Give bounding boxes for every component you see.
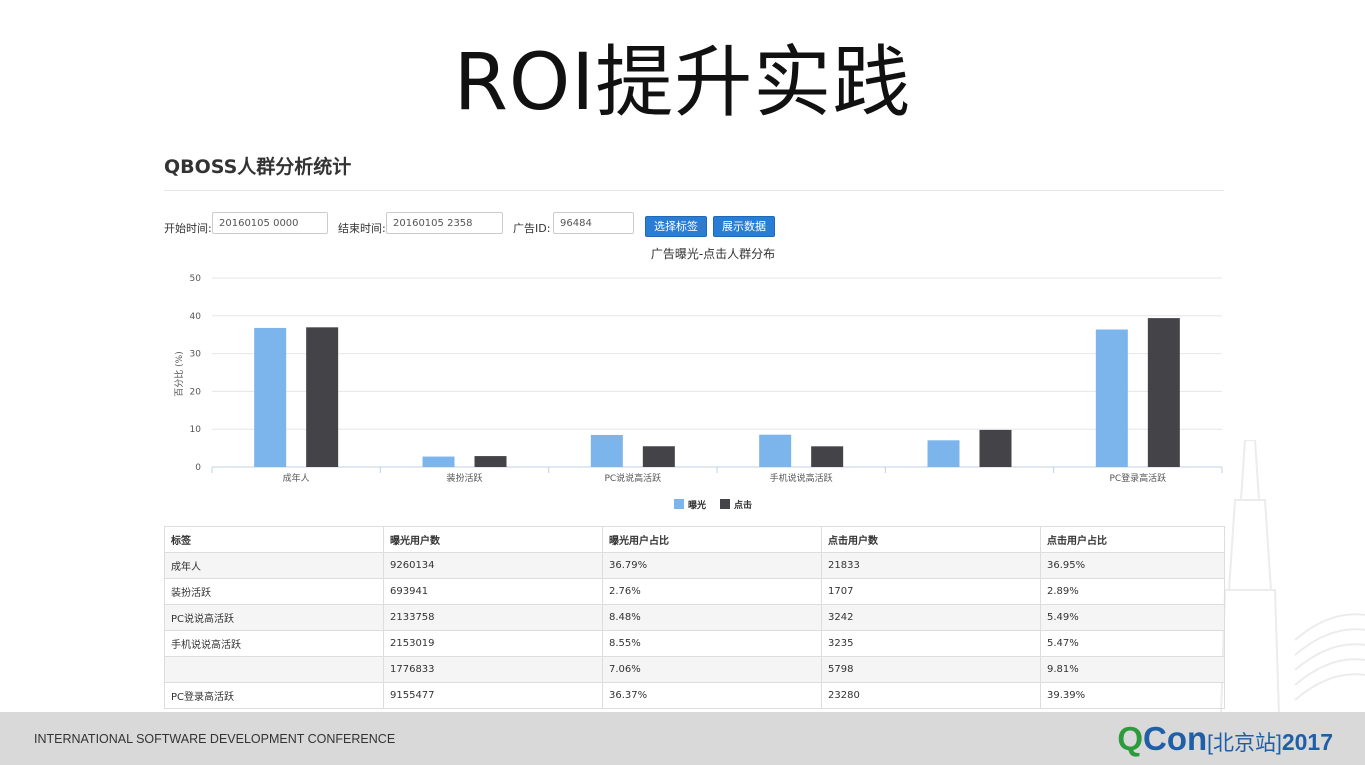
table-cell: 9155477 xyxy=(383,682,603,709)
y-tick-label: 20 xyxy=(190,387,202,397)
table-cell: 2.76% xyxy=(602,578,822,605)
table-cell: 2153019 xyxy=(383,630,603,657)
table-header-row: 标签 曝光用户数 曝光用户占比 点击用户数 点击用户占比 xyxy=(164,526,1225,553)
slide-title: ROI提升实践 xyxy=(453,38,912,128)
table-cell: 2.89% xyxy=(1040,578,1225,605)
table-cell: 9.81% xyxy=(1040,656,1225,683)
bar-exposure xyxy=(422,456,455,467)
table-cell: 693941 xyxy=(383,578,603,605)
building-illustration xyxy=(1219,440,1365,715)
bar-exposure xyxy=(254,327,287,467)
table-cell: 手机说说高活跃 xyxy=(164,630,384,657)
x-tick-label: 成年人 xyxy=(283,472,310,484)
bar-click xyxy=(306,327,339,467)
table-row: 手机说说高活跃 2153019 8.55% 3235 5.47% xyxy=(164,630,1225,657)
table-cell: 8.55% xyxy=(602,630,822,657)
table-header-cell: 曝光用户占比 xyxy=(602,526,822,553)
bar-click xyxy=(811,446,844,467)
bar-chart-svg: 广告曝光-点击人群分布 0 10 20 30 40 50 百分比 (%) 成年人 装扮活跃 PC说说… xyxy=(173,247,1223,511)
table-cell: 8.48% xyxy=(602,604,822,631)
table-cell: 23280 xyxy=(821,682,1041,709)
table-cell xyxy=(164,656,384,683)
start-time-label: 开始时间: xyxy=(164,222,212,235)
bar-click xyxy=(979,429,1012,467)
bar-exposure xyxy=(590,434,623,467)
select-tags-button[interactable]: 选择标签 xyxy=(645,216,707,237)
conference-name: INTERNATIONAL SOFTWARE DEVELOPMENT CONFE… xyxy=(34,732,396,746)
table-header-cell: 点击用户数 xyxy=(821,526,1041,553)
slide-footer: INTERNATIONAL SOFTWARE DEVELOPMENT CONFE… xyxy=(0,712,1365,765)
table-row: 成年人 9260134 36.79% 21833 36.95% xyxy=(164,552,1225,579)
logo-q: Q xyxy=(1117,720,1143,757)
table-row: 装扮活跃 693941 2.76% 1707 2.89% xyxy=(164,578,1225,605)
chart-title: 广告曝光-点击人群分布 xyxy=(651,247,775,261)
data-table: 标签 曝光用户数 曝光用户占比 点击用户数 点击用户占比 成年人 9260134… xyxy=(164,526,1225,709)
show-data-button[interactable]: 展示数据 xyxy=(713,216,775,237)
y-tick-label: 30 xyxy=(190,350,202,360)
table-row: 1776833 7.06% 5798 9.81% xyxy=(164,656,1225,683)
logo-city: [北京站] xyxy=(1207,732,1282,755)
table-cell: 5.47% xyxy=(1040,630,1225,657)
y-tick-label: 40 xyxy=(190,312,202,322)
table-cell: 5.49% xyxy=(1040,604,1225,631)
start-time-input[interactable] xyxy=(212,212,328,234)
y-tick-label: 50 xyxy=(190,274,202,284)
table-cell: 39.39% xyxy=(1040,682,1225,709)
table-cell: 装扮活跃 xyxy=(164,578,384,605)
table-cell: 5798 xyxy=(821,656,1041,683)
table-cell: 1707 xyxy=(821,578,1041,605)
table-cell: 21833 xyxy=(821,552,1041,579)
x-tick-label: PC登录高活跃 xyxy=(1109,472,1166,484)
bar-exposure xyxy=(1095,329,1128,467)
logo-year: 2017 xyxy=(1281,729,1333,755)
table-cell: PC说说高活跃 xyxy=(164,604,384,631)
logo-con: Con xyxy=(1143,720,1208,757)
end-time-input[interactable] xyxy=(386,212,503,234)
panel-divider xyxy=(164,190,1224,191)
bar-click xyxy=(1147,318,1180,467)
table-cell: 2133758 xyxy=(383,604,603,631)
legend-label: 点击 xyxy=(734,499,752,511)
bar-click xyxy=(642,446,675,467)
table-cell: 1776833 xyxy=(383,656,603,683)
legend-label: 曝光 xyxy=(688,499,706,511)
x-tick-label: 装扮活跃 xyxy=(446,472,482,484)
table-cell: 36.37% xyxy=(602,682,822,709)
x-tick-label: 手机说说高活跃 xyxy=(770,472,833,484)
table-cell: 3235 xyxy=(821,630,1041,657)
legend-swatch xyxy=(720,499,730,509)
table-cell: 36.79% xyxy=(602,552,822,579)
end-time-label: 结束时间: xyxy=(338,222,386,235)
table-header-cell: 标签 xyxy=(164,526,384,553)
y-axis-label: 百分比 (%) xyxy=(173,351,185,396)
y-tick-label: 10 xyxy=(190,425,202,435)
qcon-logo: QCon[北京站]2017 xyxy=(1117,720,1333,757)
table-cell: 7.06% xyxy=(602,656,822,683)
ad-id-label: 广告ID: xyxy=(513,222,551,235)
table-row: PC登录高活跃 9155477 36.37% 23280 39.39% xyxy=(164,682,1225,709)
table-cell: 3242 xyxy=(821,604,1041,631)
bar-exposure xyxy=(927,440,960,467)
table-cell: PC登录高活跃 xyxy=(164,682,384,709)
distribution-chart: 广告曝光-点击人群分布 0 10 20 30 40 50 百分比 (%) 成年人 装扮活跃 PC说说… xyxy=(164,240,1234,520)
table-header-cell: 曝光用户数 xyxy=(383,526,603,553)
ad-id-input[interactable] xyxy=(553,212,634,234)
bar-exposure xyxy=(759,434,792,467)
table-row: PC说说高活跃 2133758 8.48% 3242 5.49% xyxy=(164,604,1225,631)
x-tick-label: PC说说高活跃 xyxy=(604,472,661,484)
panel-title: QBOSS人群分析统计 xyxy=(164,156,352,178)
table-cell: 36.95% xyxy=(1040,552,1225,579)
table-header-cell: 点击用户占比 xyxy=(1040,526,1225,553)
table-cell: 成年人 xyxy=(164,552,384,579)
y-tick-label: 0 xyxy=(195,463,201,473)
table-cell: 9260134 xyxy=(383,552,603,579)
legend-swatch xyxy=(674,499,684,509)
bar-click xyxy=(474,456,507,467)
